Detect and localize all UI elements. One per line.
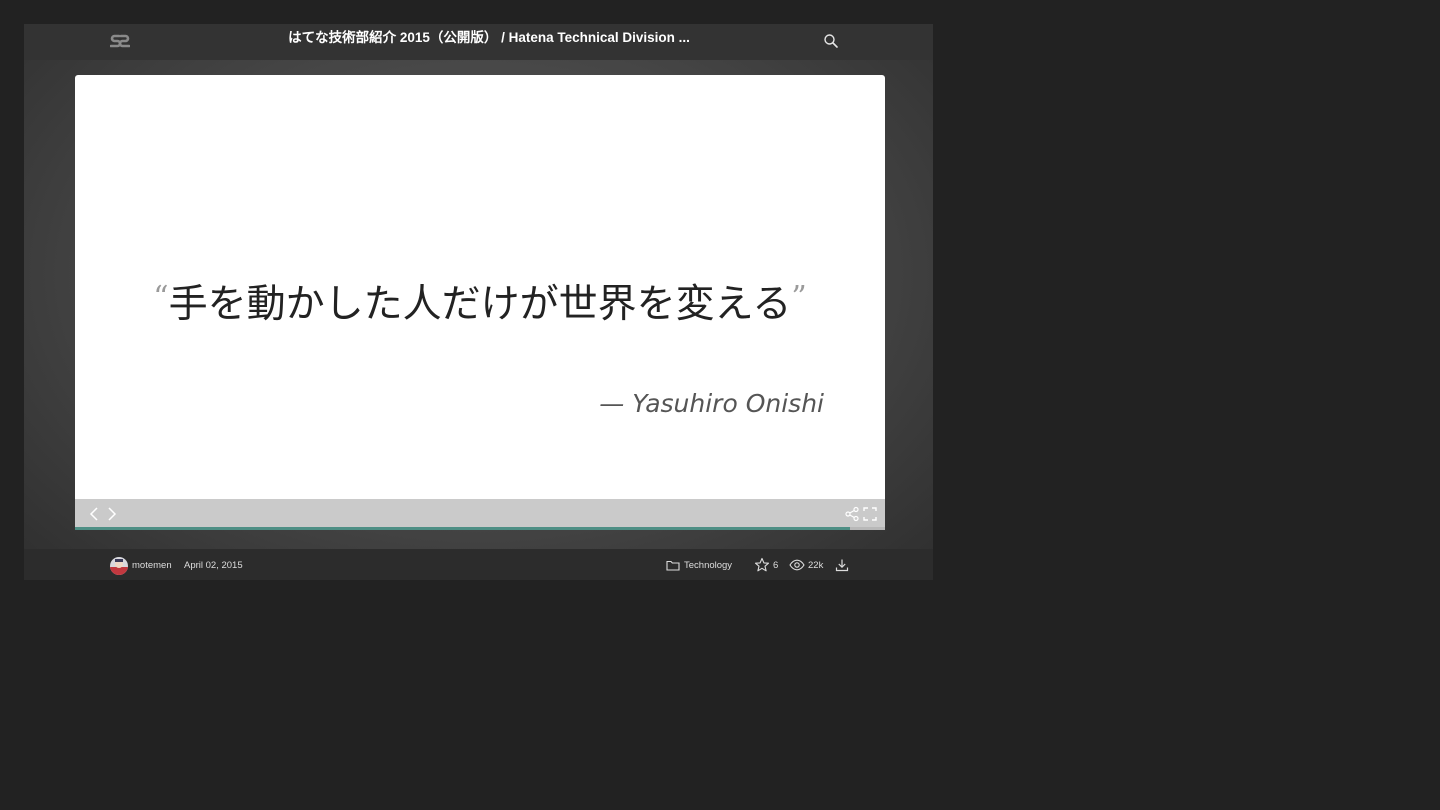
player-controls <box>75 499 885 530</box>
fullscreen-icon[interactable] <box>863 506 877 522</box>
publish-date: April 02, 2015 <box>184 560 243 571</box>
deck-footer: motemen April 02, 2015 Technology 6 22k <box>24 549 933 580</box>
slide-progress-fill <box>75 527 851 530</box>
star-count: 6 <box>773 560 779 571</box>
folder-icon <box>666 558 680 572</box>
deck-title[interactable]: はてな技術部紹介 2015（公開版） / Hatena Technical Di… <box>174 24 804 60</box>
slide-progress-bar[interactable] <box>75 527 885 530</box>
eye-icon <box>789 558 805 572</box>
avatar[interactable] <box>110 557 128 575</box>
chevron-left-icon[interactable] <box>88 506 102 522</box>
search-icon[interactable] <box>823 33 839 49</box>
chevron-right-icon[interactable] <box>105 506 119 522</box>
quote-author: — Yasuhiro Onishi <box>599 389 824 418</box>
author-link[interactable]: motemen <box>132 560 172 572</box>
quote-text: 手を動かした人だけが世界を変える <box>168 282 792 327</box>
top-bar: はてな技術部紹介 2015（公開版） / Hatena Technical Di… <box>24 24 933 60</box>
speakerdeck-logo-icon[interactable] <box>109 33 131 49</box>
open-quote-mark: “ <box>153 280 169 315</box>
share-icon[interactable] <box>845 506 859 522</box>
close-quote-mark: ” <box>791 280 807 315</box>
slide-embed-player: はてな技術部紹介 2015（公開版） / Hatena Technical Di… <box>24 24 933 580</box>
download-icon[interactable] <box>835 558 849 572</box>
view-count: 22k <box>808 560 824 571</box>
category-link[interactable]: Technology <box>684 560 732 572</box>
star-icon[interactable] <box>754 557 770 573</box>
slide-quote: “手を動かした人だけが世界を変える” <box>75 273 885 329</box>
slide-canvas[interactable]: “手を動かした人だけが世界を変える” — Yasuhiro Onishi <box>75 75 885 499</box>
